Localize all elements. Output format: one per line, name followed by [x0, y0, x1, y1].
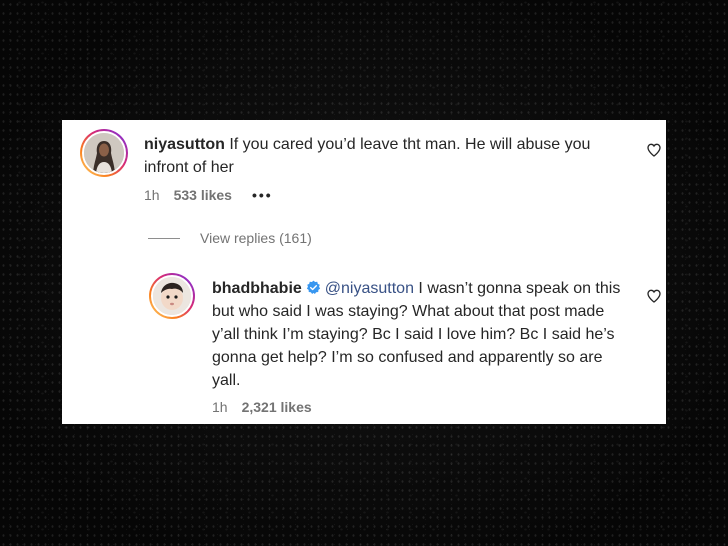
divider-line — [148, 237, 180, 239]
avatar-bhadbhabie[interactable] — [149, 273, 195, 319]
reply-username[interactable]: bhadbhabie — [212, 280, 302, 297]
comment-likes[interactable]: 533 likes — [174, 187, 232, 203]
view-replies-label: View replies (161) — [200, 230, 312, 246]
comment-body: niyasutton If you cared you’d leave tht … — [144, 133, 624, 179]
reply-mention-link[interactable]: @niyasutton — [325, 280, 414, 297]
reply-body: bhadbhabie @niyasutton I wasn’t gonna spe… — [212, 277, 632, 392]
comment-meta: 1h 533 likes ••• — [144, 187, 273, 203]
comment-time[interactable]: 1h — [144, 187, 160, 203]
baby-face-icon — [153, 277, 191, 315]
more-options-icon[interactable]: ••• — [252, 187, 273, 203]
like-heart-icon[interactable] — [646, 288, 662, 304]
view-replies-button[interactable]: View replies (161) — [148, 230, 312, 246]
profile-photo — [82, 131, 126, 175]
reply-time[interactable]: 1h — [212, 399, 228, 415]
like-heart-icon[interactable] — [646, 142, 662, 158]
avatar-niyasutton[interactable] — [80, 129, 128, 177]
reply-likes[interactable]: 2,321 likes — [242, 399, 312, 415]
reply-meta: 1h 2,321 likes — [212, 399, 312, 415]
comments-panel: niyasutton If you cared you’d leave tht … — [62, 120, 666, 424]
person-silhouette-icon — [84, 133, 124, 173]
comment-username[interactable]: niyasutton — [144, 136, 225, 153]
verified-badge-icon — [306, 280, 320, 294]
profile-photo — [151, 275, 193, 317]
